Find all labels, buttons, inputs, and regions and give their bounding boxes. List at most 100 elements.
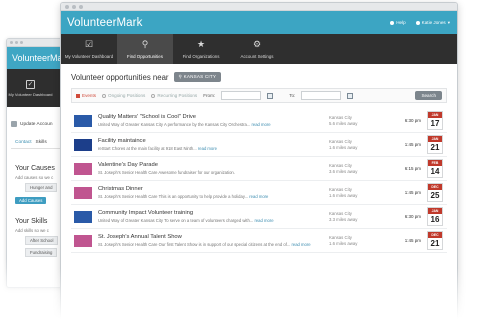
radio[interactable] [151,93,156,98]
calendar-icon[interactable] [347,92,354,99]
location-button[interactable]: ⚲ KANSAS CITY [173,72,222,82]
search-button[interactable]: Search [415,91,442,100]
description-text: Awesome fundraiser for our organization. [158,170,235,175]
to-date-input[interactable] [301,91,342,100]
day: 21 [430,143,440,152]
organization-name: St. Joseph's Senior Health Care [98,194,158,199]
calendar-icon[interactable] [267,92,274,99]
opportunity-title[interactable]: Facility maintaince [98,138,329,144]
skill-chip[interactable]: Fundraising [25,248,58,257]
help-label: Help [396,20,406,25]
filter-label: Recurring Positions [157,93,198,98]
filter-recurring[interactable]: Recurring Positions [151,93,197,98]
day: 16 [430,215,440,224]
list-item[interactable]: St. Joseph's Annual Talent Show St. Josep… [71,229,447,253]
organization-name: St. Joseph's Senior Health Care [98,170,158,175]
distance: 3.3 miles away [329,216,358,222]
calendar-date-icon: DEC 21 [427,231,443,250]
calendar-date-icon: FEB 14 [427,159,443,178]
app-logo[interactable]: VolunteerMark [67,17,142,29]
organization-name: United Way of Greater Kansas City [98,122,164,127]
read-more-link[interactable]: read more [291,242,310,247]
gear-icon: ⚙ [252,39,262,49]
nav-label: Account Settings [240,53,274,59]
opportunity-info: Christmas Dinner St. Joseph's Senior Heal… [98,186,329,199]
calendar-date-icon: JAN 16 [427,207,443,226]
organization-logo [74,162,92,175]
read-more-link[interactable]: read more [249,194,268,199]
calendar-date-icon: JAN 17 [427,111,443,130]
distance: 1.6 miles away [329,144,358,150]
opportunity-list: Quality Matters' "School is Cool" Drive U… [71,109,447,253]
list-item[interactable]: Community Impact Volunteer training Unite… [71,205,447,229]
list-item[interactable]: Valentine's Day Parade St. Joseph's Senio… [71,157,447,181]
nav-label: My Volunteer Dashboard [64,53,114,59]
list-item[interactable]: Facility maintaince reStart Chores at the… [71,133,447,157]
read-more-link[interactable]: read more [198,146,217,151]
filter-events[interactable]: Events [76,93,96,98]
opportunity-title[interactable]: Christmas Dinner [98,186,329,192]
filter-bar: Events Ongoing Positions Recurring Posit… [71,88,447,103]
organization-logo [74,114,92,127]
organization-logo [74,210,92,223]
list-item[interactable]: Quality Matters' "School is Cool" Drive U… [71,109,447,133]
help-icon [390,20,395,25]
nav-my-dashboard[interactable]: ☑ My Volunteer Dashboard [61,34,117,64]
location: Kansas City 1.6 miles away [329,235,397,247]
user-menu[interactable]: Katie Jones ▾ [415,20,450,26]
description-text: Chores at the main facility at 918 East … [111,146,197,151]
opportunity-info: Facility maintaince reStart Chores at the… [98,138,329,151]
location: Kansas City 1.6 miles away [329,139,397,151]
distance: 3.6 miles away [329,168,358,174]
nav-my-dashboard[interactable]: ✓ My Volunteer Dashboard [7,69,54,107]
filter-label: Ongoing Positions [108,93,146,98]
opportunity-info: St. Joseph's Annual Talent Show St. Josep… [98,234,329,247]
location: Kansas City 5.6 miles away [329,115,397,127]
organization-name: United Way of Greater Kansas City [98,218,164,223]
event-time: 6:30 pm [404,214,421,219]
description-text: Our first Talent Show is in support of o… [158,242,291,247]
help-link[interactable]: Help [390,20,406,25]
add-causes-button[interactable]: Add Causes [15,197,47,204]
organization-logo [74,138,92,151]
checkbox-icon: ✓ [26,79,35,89]
filter-label: Events [82,93,97,98]
event-time: 6:30 pm [404,118,421,123]
calendar-date-icon: JAN 21 [427,135,443,154]
nav-find-organizations[interactable]: ★ Find Organizations [173,34,229,64]
opportunity-title[interactable]: Valentine's Day Parade [98,162,329,168]
nav-label: Find Organizations [182,53,220,59]
read-more-link[interactable]: read more [254,218,273,223]
cause-chip[interactable]: Hunger and [25,183,58,192]
tab-contact[interactable]: Contact [15,140,32,145]
opportunity-description: St. Joseph's Senior Health Care This is … [98,194,329,199]
calendar-date-icon: DEC 25 [427,183,443,202]
user-icon [11,121,17,127]
list-item[interactable]: Christmas Dinner St. Joseph's Senior Heal… [71,181,447,205]
read-more-link[interactable]: read more [251,122,270,127]
checkbox[interactable] [76,93,80,98]
opportunity-info: Valentine's Day Parade St. Joseph's Senio… [98,162,329,175]
app-header: VolunteerMark Help Katie Jones ▾ [61,11,457,34]
screenshot-stage: { "back_window": { "app_title": "Volunte… [0,0,480,328]
description-text: A performance by the Kansas City Orchest… [163,122,251,127]
from-date-input[interactable] [221,91,262,100]
star-icon: ★ [196,39,206,49]
nav-find-opportunities[interactable]: ⚲ Find Opportunities [117,34,173,64]
opportunity-title[interactable]: St. Joseph's Annual Talent Show [98,234,329,240]
radio[interactable] [102,93,107,98]
day: 14 [430,167,440,176]
nav-label: Find Opportunities [127,53,163,59]
day: 21 [430,239,440,248]
nav-account-settings[interactable]: ⚙ Account Settings [229,34,285,64]
opportunity-title[interactable]: Community Impact Volunteer training [98,210,329,216]
window-chrome [61,3,457,11]
user-icon [415,20,420,25]
user-name: Katie Jones [421,20,446,25]
organization-logo [74,186,92,199]
tab-skills[interactable]: Skills [36,140,47,145]
filter-ongoing[interactable]: Ongoing Positions [102,93,145,98]
skill-chip[interactable]: After School [25,236,59,245]
main-content: Volunteer opportunities near ⚲ KANSAS CI… [61,64,457,253]
opportunity-title[interactable]: Quality Matters' "School is Cool" Drive [98,114,329,120]
